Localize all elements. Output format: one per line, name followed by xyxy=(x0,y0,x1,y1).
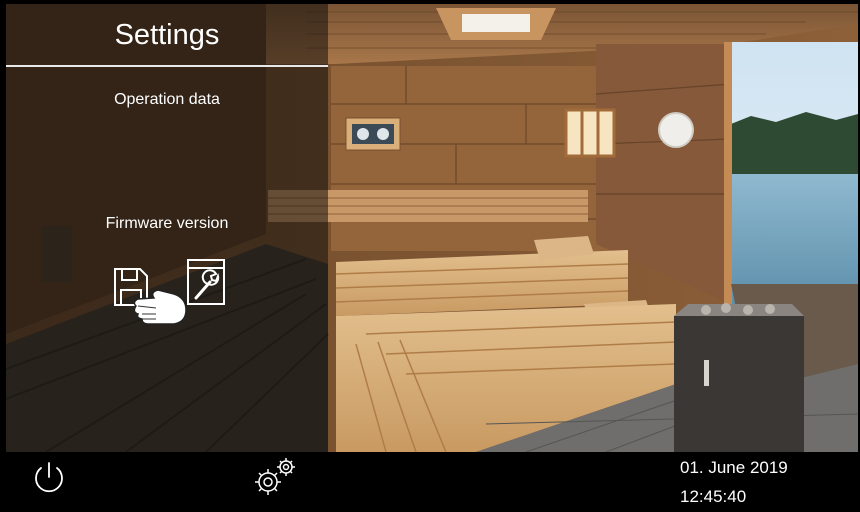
power-icon[interactable] xyxy=(30,459,68,497)
gears-icon[interactable] xyxy=(248,456,298,500)
firmware-version-menu-item[interactable]: Firmware version xyxy=(6,215,328,233)
panel-title: Settings xyxy=(114,18,220,51)
panel-title-divider xyxy=(6,65,328,67)
settings-panel: Settings Operation data Firmware version xyxy=(6,4,328,452)
current-date: 01. June 2019 xyxy=(680,458,788,477)
current-time: 12:45:40 xyxy=(680,487,747,506)
pointing-hand-icon xyxy=(130,284,190,328)
sauna-control-screen: Settings Operation data Firmware version xyxy=(0,0,860,512)
operation-data-menu-item[interactable]: Operation data xyxy=(6,91,328,109)
wrench-icon[interactable] xyxy=(186,258,226,306)
